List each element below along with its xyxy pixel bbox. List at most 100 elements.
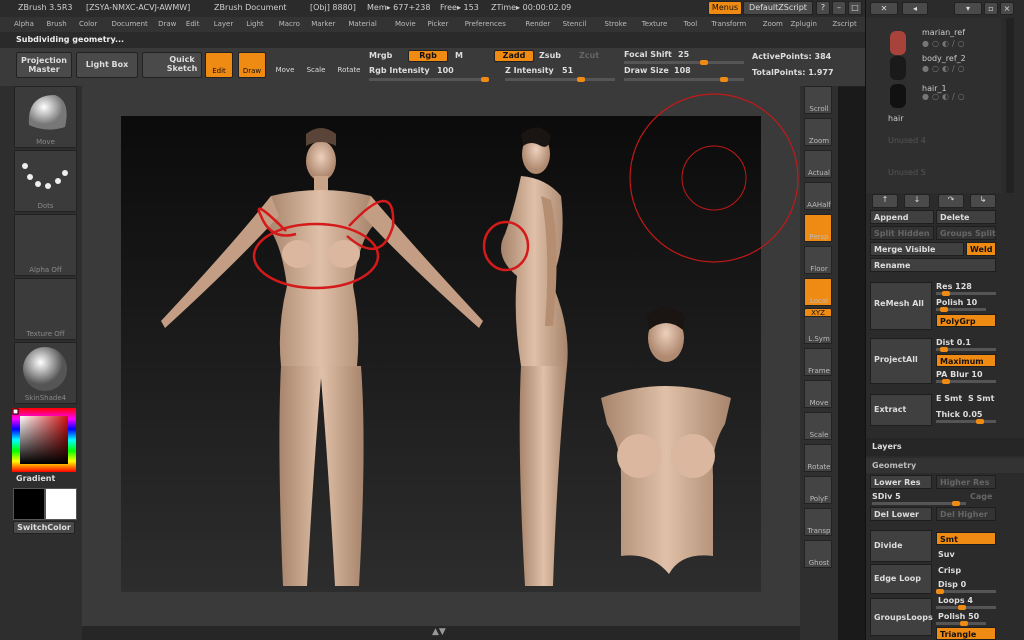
shelf-aahalf-button[interactable]: AAHalf <box>804 182 832 210</box>
delete-button[interactable]: Delete <box>936 210 996 224</box>
z-intensity-slider[interactable] <box>505 77 615 82</box>
split-hidden-button[interactable]: Split Hidden <box>870 226 934 240</box>
panel-close-icon[interactable]: ✕ <box>870 2 898 15</box>
menu-document[interactable]: Document <box>112 20 148 28</box>
menu-layer[interactable]: Layer <box>214 20 234 28</box>
subtool-name[interactable]: Unused 5 <box>888 168 926 177</box>
menu-material[interactable]: Material <box>348 20 376 28</box>
zsub-toggle[interactable]: Zsub <box>539 51 561 60</box>
menu-movie[interactable]: Movie <box>395 20 416 28</box>
menu-color[interactable]: Color <box>79 20 97 28</box>
zcut-toggle[interactable]: Zcut <box>579 51 599 60</box>
triangle-toggle[interactable]: Triangle <box>936 627 996 640</box>
shelf-move-button[interactable]: Move <box>804 380 832 408</box>
dist-slider[interactable] <box>936 347 996 352</box>
mrgb-toggle[interactable]: Mrgb <box>369 51 392 60</box>
project-all-button[interactable]: ProjectAll <box>870 338 932 384</box>
disp-slider[interactable] <box>936 589 996 594</box>
pa-blur-slider[interactable] <box>936 379 996 384</box>
subtool-name[interactable]: hair <box>888 114 903 123</box>
subtool-redo-icon[interactable]: ↷ <box>938 194 964 208</box>
color-picker[interactable] <box>12 408 76 472</box>
subtool-up-icon[interactable]: ↑ <box>872 194 898 208</box>
cage-button[interactable]: Cage <box>970 492 992 501</box>
menus-button[interactable]: Menus <box>708 1 742 15</box>
menu-marker[interactable]: Marker <box>311 20 335 28</box>
texture-tile[interactable]: Texture Off <box>14 278 77 340</box>
polish-slider[interactable] <box>936 307 986 312</box>
menu-zoom[interactable]: Zoom <box>763 20 783 28</box>
crisp-toggle[interactable]: Crisp <box>938 566 961 575</box>
help-icon[interactable]: ? <box>816 1 830 15</box>
loops-slider[interactable] <box>936 605 996 610</box>
polish2-slider[interactable] <box>936 621 986 626</box>
move-button[interactable]: Move <box>271 52 299 78</box>
quick-sketch-button[interactable]: Quick Sketch <box>142 52 202 78</box>
shelf-ghost-button[interactable]: Ghost <box>804 540 832 568</box>
panel-restore-icon[interactable]: ▫ <box>984 2 998 15</box>
maximum-toggle[interactable]: Maximum <box>936 354 996 367</box>
menu-texture[interactable]: Texture <box>642 20 668 28</box>
shelf-persp-button[interactable]: Persp <box>804 214 832 242</box>
draw-size-slider[interactable] <box>624 77 744 82</box>
material-tile[interactable]: SkinShade4 <box>14 342 77 404</box>
geometry-header[interactable]: Geometry <box>866 458 1024 473</box>
del-higher-button[interactable]: Del Higher <box>936 507 996 521</box>
subtool-controls-icon[interactable]: ●○◐∕○ <box>922 92 968 101</box>
subtool-controls-icon[interactable]: ●○◐∕○ <box>922 64 968 73</box>
focal-shift-slider[interactable] <box>624 60 744 65</box>
res-slider[interactable] <box>936 291 996 296</box>
menu-light[interactable]: Light <box>246 20 263 28</box>
rotate-button[interactable]: Rotate <box>334 52 364 78</box>
edge-loop-button[interactable]: Edge Loop <box>870 564 932 594</box>
scale-button[interactable]: Scale <box>302 52 330 78</box>
menu-picker[interactable]: Picker <box>428 20 449 28</box>
menu-alpha[interactable]: Alpha <box>14 20 34 28</box>
subtool-thumbnail-icon[interactable] <box>890 84 906 108</box>
shelf-floor-button[interactable]: Floor <box>804 246 832 274</box>
panel-save-icon[interactable]: ▾ <box>954 2 982 15</box>
groups-loops-button[interactable]: GroupsLoops <box>870 598 933 636</box>
gradient-label[interactable]: Gradient <box>16 474 55 483</box>
panel-left-icon[interactable]: ◂ <box>902 2 928 15</box>
append-button[interactable]: Append <box>870 210 934 224</box>
shelf-lsym-button[interactable]: L.Sym <box>804 316 832 344</box>
subtool-enter-icon[interactable]: ↳ <box>970 194 996 208</box>
subtool-name[interactable]: Unused 4 <box>888 136 926 145</box>
rgb-intensity-slider[interactable] <box>369 77 489 82</box>
menu-preferences[interactable]: Preferences <box>465 20 506 28</box>
brush-tile[interactable]: Move <box>14 86 77 148</box>
subtool-name[interactable]: marian_ref <box>922 28 965 37</box>
menu-zscript[interactable]: Zscript <box>832 20 856 28</box>
extract-button[interactable]: Extract <box>870 394 932 426</box>
subtool-down-icon[interactable]: ↓ <box>904 194 930 208</box>
subtool-name[interactable]: body_ref_2 <box>922 54 966 63</box>
shelf-frame-button[interactable]: Frame <box>804 348 832 376</box>
layout-icon[interactable]: □ <box>848 1 862 15</box>
menu-stencil[interactable]: Stencil <box>563 20 587 28</box>
alpha-tile[interactable]: Alpha Off <box>14 214 77 276</box>
shelf-rotate-button[interactable]: Rotate <box>804 444 832 472</box>
thick-slider[interactable] <box>936 419 996 424</box>
draw-button[interactable]: Draw <box>238 52 266 78</box>
menu-tool[interactable]: Tool <box>684 20 698 28</box>
main-color-swatch[interactable] <box>13 488 45 520</box>
projection-master-button[interactable]: Projection Master <box>16 52 72 78</box>
sdiv-slider[interactable] <box>872 501 966 506</box>
menu-transform[interactable]: Transform <box>711 20 746 28</box>
subtool-scrollbar[interactable] <box>1006 18 1014 193</box>
m-toggle[interactable]: M <box>455 51 463 60</box>
weld-toggle[interactable]: Weld <box>966 242 996 256</box>
rename-button[interactable]: Rename <box>870 258 996 272</box>
lower-res-button[interactable]: Lower Res <box>870 475 932 489</box>
secondary-color-swatch[interactable] <box>45 488 77 520</box>
groups-split-button[interactable]: Groups Split <box>936 226 996 240</box>
subtool-thumbnail-icon[interactable] <box>890 56 906 80</box>
subtool-controls-icon[interactable]: ●○◐∕○ <box>922 39 968 48</box>
default-zscript-button[interactable]: DefaultZScript <box>743 1 813 15</box>
menu-edit[interactable]: Edit <box>186 20 200 28</box>
stroke-tile[interactable]: Dots <box>14 150 77 212</box>
menu-draw[interactable]: Draw <box>158 20 176 28</box>
shelf-polyf-button[interactable]: PolyF <box>804 476 832 504</box>
expand-arrows-icon[interactable]: ▲▼ <box>432 627 446 637</box>
